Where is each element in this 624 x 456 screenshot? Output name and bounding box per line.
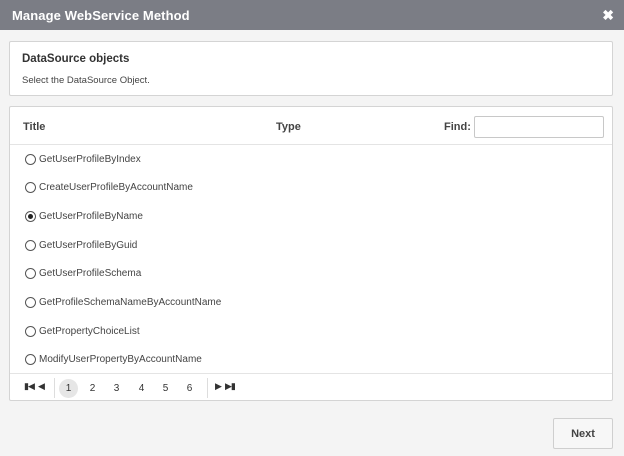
grid-header: Title Type Find:: [10, 107, 612, 145]
datasource-grid: Title Type Find: GetUserProfileByIndex Cr…: [9, 106, 613, 401]
pager-divider: [54, 378, 55, 398]
list-item-label: CreateUserProfileByAccountName: [39, 182, 193, 194]
panel-description: Select the DataSource Object.: [22, 75, 150, 86]
column-header-title[interactable]: Title: [23, 121, 45, 133]
radio-button[interactable]: [25, 239, 36, 251]
radio-button[interactable]: [25, 210, 36, 222]
list-item[interactable]: CreateUserProfileByAccountName: [10, 174, 612, 202]
pager-divider: [207, 378, 208, 398]
page-button-6[interactable]: 6: [180, 379, 199, 398]
last-page-icon[interactable]: ▶▮: [225, 381, 236, 392]
list-item[interactable]: GetUserProfileByGuid: [10, 231, 612, 259]
radio-button[interactable]: [25, 153, 36, 165]
list-item-label: GetProfileSchemaNameByAccountName: [39, 297, 222, 308]
pager: ▮◀ ◀ 1 2 3 4 5 6 ▶ ▶▮: [10, 373, 612, 401]
next-page-icon[interactable]: ▶: [215, 381, 222, 392]
page-button-2[interactable]: 2: [83, 379, 102, 398]
previous-page-icon[interactable]: ◀: [38, 381, 45, 392]
radio-button[interactable]: [25, 297, 36, 308]
list-item[interactable]: GetProfileSchemaNameByAccountName: [10, 289, 612, 317]
radio-button[interactable]: [25, 354, 36, 366]
radio-button[interactable]: [25, 325, 36, 337]
page-button-4[interactable]: 4: [132, 379, 151, 398]
list-item-label: GetPropertyChoiceList: [39, 325, 140, 337]
column-header-type[interactable]: Type: [276, 121, 301, 133]
dialog-titlebar: Manage WebService Method ✖: [0, 0, 624, 30]
list-item-label: GetUserProfileByIndex: [39, 153, 141, 165]
first-page-icon[interactable]: ▮◀: [24, 381, 35, 392]
list-item-label: ModifyUserPropertyByAccountName: [39, 354, 202, 366]
list-item[interactable]: GetUserProfileByName: [10, 202, 612, 230]
list-item-label: GetUserProfileByGuid: [39, 239, 138, 251]
list-item[interactable]: GetPropertyChoiceList: [10, 317, 612, 345]
list-item-label: GetUserProfileSchema: [39, 268, 142, 280]
find-label: Find:: [444, 121, 471, 133]
close-icon[interactable]: ✖: [602, 8, 614, 22]
radio-button[interactable]: [25, 182, 36, 194]
list-item[interactable]: GetUserProfileByIndex: [10, 145, 612, 173]
panel-heading: DataSource objects: [22, 53, 130, 65]
find-input[interactable]: [474, 116, 604, 138]
list-item[interactable]: ModifyUserPropertyByAccountName: [10, 346, 612, 374]
list-item[interactable]: GetUserProfileSchema: [10, 260, 612, 288]
radio-button[interactable]: [25, 268, 36, 280]
page-button-1[interactable]: 1: [59, 379, 78, 398]
list-item-label: GetUserProfileByName: [39, 210, 143, 222]
page-button-3[interactable]: 3: [107, 379, 126, 398]
datasource-info-panel: DataSource objects Select the DataSource…: [9, 41, 613, 96]
next-button[interactable]: Next: [553, 418, 613, 449]
dialog-title: Manage WebService Method: [12, 7, 190, 23]
page-button-5[interactable]: 5: [156, 379, 175, 398]
